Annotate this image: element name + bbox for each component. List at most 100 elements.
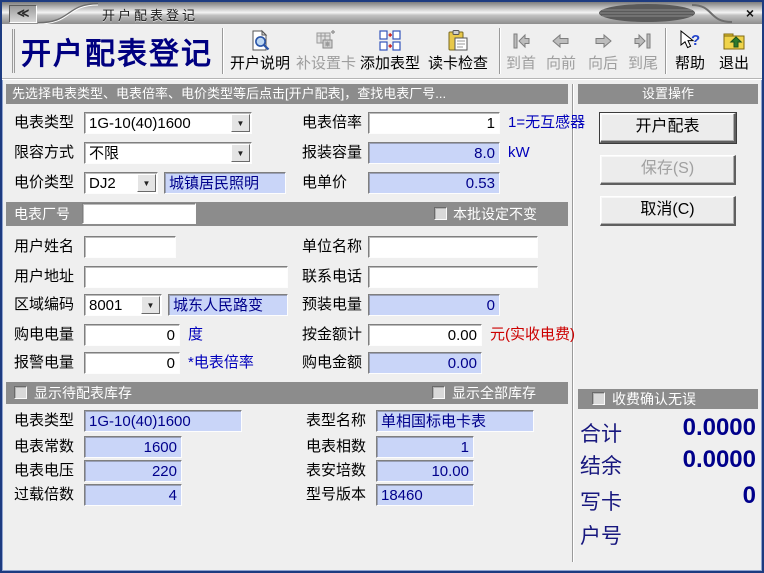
fee-confirm-checkbox[interactable] — [592, 392, 605, 405]
first-record-icon — [502, 27, 540, 55]
price-type-label: 电价类型 — [14, 172, 74, 194]
meter-type-select[interactable]: 1G-10(40)1600 ▼ — [84, 112, 252, 134]
show-pending-stock-checkbox[interactable] — [14, 386, 27, 399]
read-card-check-button[interactable]: 读卡检查 — [422, 27, 494, 75]
model-ver-field: 18460 — [376, 484, 474, 506]
user-addr-label: 用户地址 — [14, 266, 74, 288]
user-addr-input[interactable] — [84, 266, 288, 288]
by-amount-input[interactable] — [368, 324, 482, 346]
show-all-stock-label: 显示全部库存 — [452, 382, 536, 404]
write-card-value: 0 — [620, 482, 756, 510]
alarm-qty-note: *电表倍率 — [188, 352, 254, 374]
batch-fixed-label: 本批设定不变 — [453, 203, 537, 225]
app-logo-icon: ≪ — [9, 5, 37, 23]
meter-phase-field: 1 — [376, 436, 474, 458]
go-last-button[interactable]: 到尾 — [624, 27, 662, 75]
title-bar: ≪ 开户配表登记 × — [2, 2, 762, 25]
chevron-down-icon[interactable]: ▼ — [141, 296, 160, 314]
by-amount-note: 元(实收电费) — [490, 324, 575, 346]
setup-card-icon — [294, 27, 358, 55]
toolbar-button-label: 向前 — [542, 55, 580, 72]
toolbar-button-label: 补设置卡 — [294, 55, 358, 72]
org-name-input[interactable] — [368, 236, 538, 258]
alarm-qty-input[interactable] — [84, 352, 180, 374]
capacity-field: 8.0 — [368, 142, 500, 164]
balance-value: 0.0000 — [620, 446, 756, 474]
open-account-button[interactable]: 开户配表 — [600, 113, 736, 143]
capacity-unit: kW — [508, 142, 530, 164]
add-meter-type-icon — [358, 27, 422, 55]
price-type-select[interactable]: DJ2 ▼ — [84, 172, 158, 194]
help-cursor-icon: ? — [669, 27, 711, 55]
show-all-stock-checkbox[interactable] — [432, 386, 445, 399]
toolbar-button-label: 读卡检查 — [422, 55, 494, 72]
side-panel-header: 设置操作 — [578, 84, 758, 104]
phone-label: 联系电话 — [302, 266, 362, 288]
setup-card-button[interactable]: 补设置卡 — [294, 27, 358, 75]
preload-qty-field: 0 — [368, 294, 500, 316]
close-icon[interactable]: × — [740, 4, 760, 22]
help-button[interactable]: ? 帮助 — [669, 27, 711, 75]
window-title: 开户配表登记 — [102, 5, 198, 24]
toolbar-button-label: 退出 — [713, 55, 755, 72]
total-label: 合计 — [580, 418, 622, 448]
chevron-down-icon[interactable]: ▼ — [231, 114, 250, 132]
account-no-label: 户号 — [580, 520, 622, 550]
instruction-text: 先选择电表类型、电表倍率、电价类型等后点击[开户配表]，查找电表厂号... — [12, 86, 446, 101]
exit-button[interactable]: 退出 — [713, 27, 755, 75]
price-type-value: DJ2 — [89, 174, 116, 193]
user-name-label: 用户姓名 — [14, 236, 74, 258]
buy-qty-input[interactable] — [84, 324, 180, 346]
open-help-button[interactable]: 开户说明 — [228, 27, 292, 75]
total-value: 0.0000 — [620, 414, 756, 442]
meter-amp-field: 10.00 — [376, 460, 474, 482]
factory-no-input[interactable] — [82, 203, 196, 224]
meter-const-field: 1600 — [84, 436, 182, 458]
write-card-label: 写卡 — [580, 486, 622, 516]
meter-ratio-label: 电表倍率 — [302, 112, 362, 134]
overload-field: 4 — [84, 484, 182, 506]
meter-volt-label: 电表电压 — [14, 460, 74, 482]
add-meter-type-button[interactable]: 添加表型 — [358, 27, 422, 75]
buy-amount-field: 0.00 — [368, 352, 482, 374]
meter-type-value: 1G-10(40)1600 — [89, 114, 191, 133]
go-prev-button[interactable]: 向前 — [542, 27, 580, 75]
cancel-button[interactable]: 取消(C) — [600, 196, 736, 226]
go-next-button[interactable]: 向后 — [584, 27, 622, 75]
toolbar-button-label: 到尾 — [624, 55, 662, 72]
price-type-desc: 城镇居民照明 — [164, 172, 286, 194]
go-first-button[interactable]: 到首 — [502, 27, 540, 75]
buy-amount-label: 购电金额 — [302, 352, 362, 374]
phone-input[interactable] — [368, 266, 538, 288]
instruction-bar: 先选择电表类型、电表倍率、电价类型等后点击[开户配表]，查找电表厂号... — [6, 84, 568, 104]
meter-phase-label: 电表相数 — [306, 436, 366, 458]
toolbar-button-label: 向后 — [584, 55, 622, 72]
preload-qty-label: 预装电量 — [302, 294, 362, 316]
unit-price-label: 电单价 — [302, 172, 347, 194]
toolbar-separator — [665, 28, 667, 74]
limit-mode-value: 不限 — [89, 144, 119, 163]
batch-fixed-checkbox[interactable] — [434, 207, 447, 220]
last-record-icon — [624, 27, 662, 55]
overload-label: 过载倍数 — [14, 484, 74, 506]
area-code-value: 8001 — [89, 296, 122, 315]
fee-confirm-label: 收费确认无误 — [612, 388, 696, 410]
clipboard-check-icon — [422, 27, 494, 55]
inv-meter-type-field: 1G-10(40)1600 — [84, 410, 242, 432]
user-name-input[interactable] — [84, 236, 176, 258]
toolbar-separator — [499, 28, 501, 74]
unit-price-field: 0.53 — [368, 172, 500, 194]
buy-qty-unit: 度 — [188, 324, 203, 346]
save-button[interactable]: 保存(S) — [600, 155, 736, 185]
toolbar-button-label: 添加表型 — [358, 55, 422, 72]
area-code-select[interactable]: 8001 ▼ — [84, 294, 162, 316]
org-name-label: 单位名称 — [302, 236, 362, 258]
chevron-down-icon[interactable]: ▼ — [137, 174, 156, 192]
chevron-down-icon[interactable]: ▼ — [231, 144, 250, 162]
balance-label: 结余 — [580, 450, 622, 480]
prev-record-icon — [542, 27, 580, 55]
capacity-label: 报装容量 — [302, 142, 362, 164]
meter-ratio-input[interactable] — [368, 112, 500, 134]
toolbar: 开户配表登记 开户说明 — [2, 24, 762, 79]
limit-mode-select[interactable]: 不限 ▼ — [84, 142, 252, 164]
